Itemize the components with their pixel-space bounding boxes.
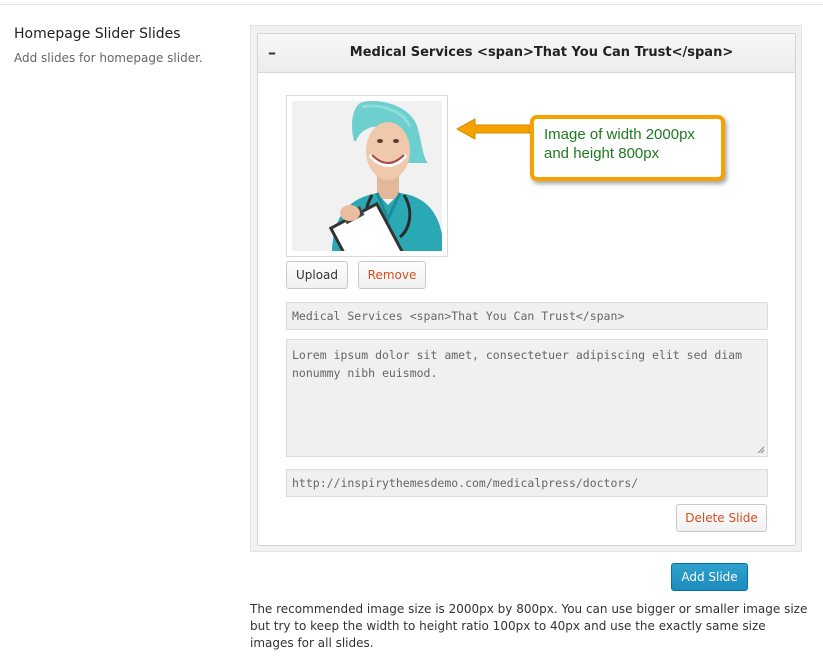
resize-grip-icon[interactable] <box>757 446 765 454</box>
section-description: Add slides for homepage slider. <box>14 51 203 65</box>
add-slide-button[interactable]: Add Slide <box>671 563 748 591</box>
delete-slide-button[interactable]: Delete Slide <box>676 504 767 532</box>
callout-line-1: Image of width 2000px <box>544 126 695 143</box>
slide-image-preview <box>286 95 448 257</box>
upload-button[interactable]: Upload <box>286 261 348 289</box>
slide-title-field[interactable]: Medical Services <span>That You Can Trus… <box>286 302 768 330</box>
slide-url-field[interactable]: http://inspirythemesdemo.com/medicalpres… <box>286 469 768 497</box>
image-size-note: The recommended image size is 2000px by … <box>250 602 808 650</box>
slide-description-text: Lorem ipsum dolor sit amet, consectetuer… <box>292 348 743 380</box>
remove-button[interactable]: Remove <box>358 261 426 289</box>
slide-header[interactable]: – Medical Services <span>That You Can Tr… <box>258 34 795 73</box>
section-title: Homepage Slider Slides <box>14 26 181 42</box>
image-size-callout: Image of width 2000px and height 800px <box>530 115 725 181</box>
slide-description-field[interactable]: Lorem ipsum dolor sit amet, consectetuer… <box>286 339 768 457</box>
left-arrow-icon <box>455 118 534 140</box>
slide-header-title: Medical Services <span>That You Can Trus… <box>349 45 734 60</box>
callout-line-2: and height 800px <box>544 145 660 162</box>
nurse-image <box>292 101 442 251</box>
top-divider <box>0 4 823 5</box>
